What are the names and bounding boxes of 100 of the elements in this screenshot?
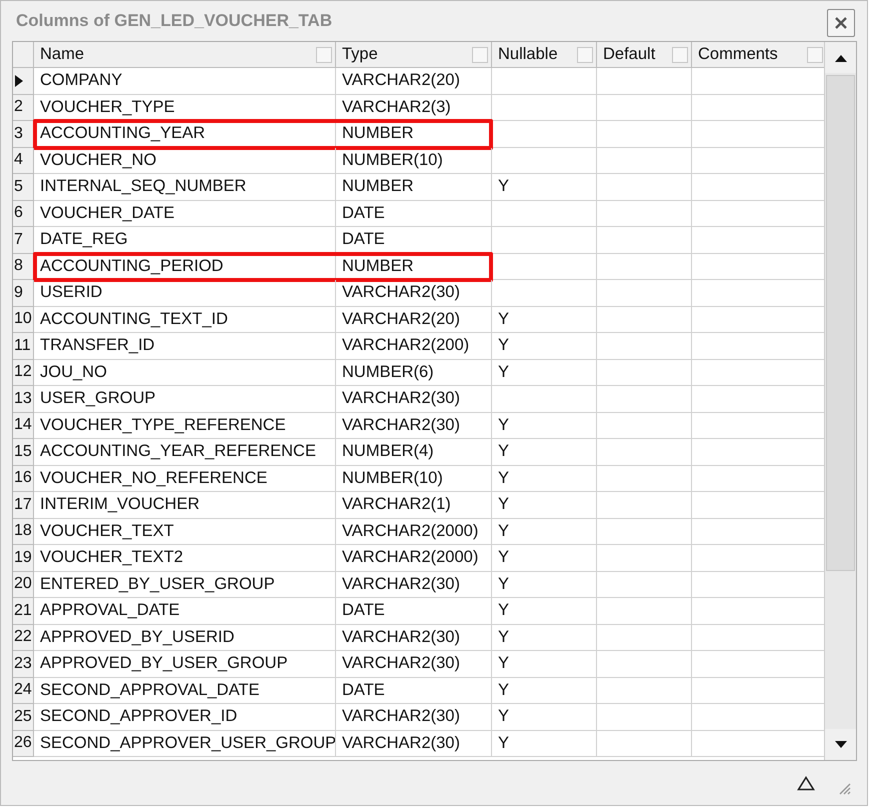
table-cell: DATE_REG — [34, 227, 336, 254]
row-number: 13 — [14, 390, 32, 408]
row-header[interactable]: 3 — [13, 121, 34, 148]
row-number: 14 — [14, 416, 32, 434]
table-cell: NUMBER — [336, 121, 492, 148]
table-cell: VARCHAR2(2000) — [336, 545, 492, 572]
table-cell: VOUCHER_DATE — [34, 200, 336, 227]
table-cell: JOU_NO — [34, 360, 336, 386]
row-header[interactable]: 17 — [13, 492, 34, 518]
row-header[interactable]: 18 — [13, 518, 34, 545]
up-arrow-icon — [834, 54, 847, 62]
table-cell: NUMBER — [336, 254, 492, 280]
row-number: 15 — [14, 442, 32, 461]
table-cell: Y — [492, 174, 597, 200]
row-header[interactable]: 4 — [13, 148, 34, 174]
table-cell: USERID — [34, 280, 336, 306]
column-header[interactable]: Name — [34, 42, 336, 68]
row-header[interactable]: 25 — [13, 704, 34, 730]
row-number: 19 — [14, 548, 32, 567]
square-icon[interactable] — [472, 46, 488, 62]
square-icon[interactable] — [807, 46, 823, 62]
row-header[interactable]: 12 — [13, 360, 34, 386]
table-cell: Y — [492, 306, 597, 333]
table-cell: NUMBER(10) — [336, 466, 492, 492]
table-cell: VOUCHER_NO — [34, 148, 336, 174]
column-header-label: Name — [40, 45, 84, 64]
row-header[interactable] — [13, 68, 34, 94]
row-header[interactable]: 5 — [13, 174, 34, 200]
table-cell: VARCHAR2(30) — [336, 386, 492, 412]
row-header[interactable]: 14 — [13, 412, 34, 439]
row-number: 3 — [14, 124, 23, 143]
table-cell: VOUCHER_TEXT — [34, 518, 336, 545]
table-cell: VOUCHER_TYPE — [34, 94, 336, 121]
square-icon[interactable] — [672, 46, 688, 62]
row-number: 5 — [14, 178, 23, 196]
row-header[interactable]: 26 — [13, 730, 34, 757]
column-header[interactable]: Default — [597, 42, 692, 68]
table-cell: VARCHAR2(2000) — [336, 518, 492, 545]
square-icon[interactable] — [316, 46, 332, 62]
table-cell: ACCOUNTING_PERIOD — [34, 254, 336, 280]
table-cell: NUMBER(6) — [336, 360, 492, 386]
table-cell: Y — [492, 466, 597, 492]
scroll-up-button[interactable] — [825, 42, 856, 73]
row-number: 22 — [14, 628, 32, 646]
row-header[interactable]: 15 — [13, 439, 34, 466]
row-header[interactable]: 13 — [13, 386, 34, 412]
table-cell: VARCHAR2(30) — [336, 651, 492, 678]
row-number: 10 — [14, 310, 32, 328]
row-header[interactable]: 16 — [13, 466, 34, 492]
square-icon[interactable] — [577, 46, 593, 62]
table-cell: Y — [492, 518, 597, 545]
row-header[interactable]: 6 — [13, 200, 34, 227]
table-cell: DATE — [336, 227, 492, 254]
corner-cell — [13, 42, 34, 68]
row-header[interactable]: 9 — [13, 280, 34, 306]
scroll-down-button[interactable] — [825, 729, 856, 760]
resize-grip-icon[interactable] — [837, 781, 851, 795]
table-cell: INTERIM_VOUCHER — [34, 492, 336, 518]
column-header-label: Type — [342, 45, 378, 64]
column-header[interactable]: Type — [336, 42, 492, 68]
row-header[interactable]: 8 — [13, 254, 34, 280]
scroll-thumb[interactable] — [826, 75, 855, 571]
row-number: 24 — [14, 681, 32, 700]
table-cell: Y — [492, 333, 597, 360]
column-header[interactable]: Nullable — [492, 42, 597, 68]
column-header[interactable]: Comments — [692, 42, 824, 68]
row-header[interactable]: 21 — [13, 598, 34, 624]
row-header[interactable]: 19 — [13, 545, 34, 572]
table-cell: Y — [492, 439, 597, 466]
table-cell: NUMBER — [336, 174, 492, 200]
table-cell: DATE — [336, 200, 492, 227]
row-header[interactable]: 7 — [13, 227, 34, 254]
row-header[interactable]: 22 — [13, 624, 34, 651]
row-header[interactable]: 24 — [13, 678, 34, 704]
table-cell: APPROVAL_DATE — [34, 598, 336, 624]
table-cell: INTERNAL_SEQ_NUMBER — [34, 174, 336, 200]
row-number: 2 — [14, 98, 23, 116]
row-header[interactable]: 2 — [13, 94, 34, 121]
row-header[interactable]: 20 — [13, 572, 34, 598]
table-cell: VARCHAR2(30) — [336, 572, 492, 598]
close-button[interactable] — [827, 9, 855, 37]
table-cell: VARCHAR2(30) — [336, 280, 492, 306]
table-cell: SECOND_APPROVER_ID — [34, 704, 336, 730]
table-cell: Y — [492, 412, 597, 439]
row-header[interactable]: 10 — [13, 306, 34, 333]
table-cell: VARCHAR2(30) — [336, 730, 492, 757]
down-arrow-icon — [834, 740, 847, 748]
table-cell: ACCOUNTING_YEAR_REFERENCE — [34, 439, 336, 466]
row-number: 6 — [14, 204, 23, 222]
row-number: 7 — [14, 230, 23, 249]
row-header[interactable]: 23 — [13, 651, 34, 678]
table-cell: Y — [492, 492, 597, 518]
triangle-icon[interactable] — [797, 776, 815, 790]
table-cell: VARCHAR2(20) — [336, 68, 492, 94]
row-number: 9 — [14, 284, 23, 302]
table-cell: NUMBER(10) — [336, 148, 492, 174]
table-cell: APPROVED_BY_USER_GROUP — [34, 651, 336, 678]
column-header-label: Nullable — [498, 45, 558, 64]
scrollbar[interactable] — [824, 42, 856, 760]
row-header[interactable]: 11 — [13, 333, 34, 360]
